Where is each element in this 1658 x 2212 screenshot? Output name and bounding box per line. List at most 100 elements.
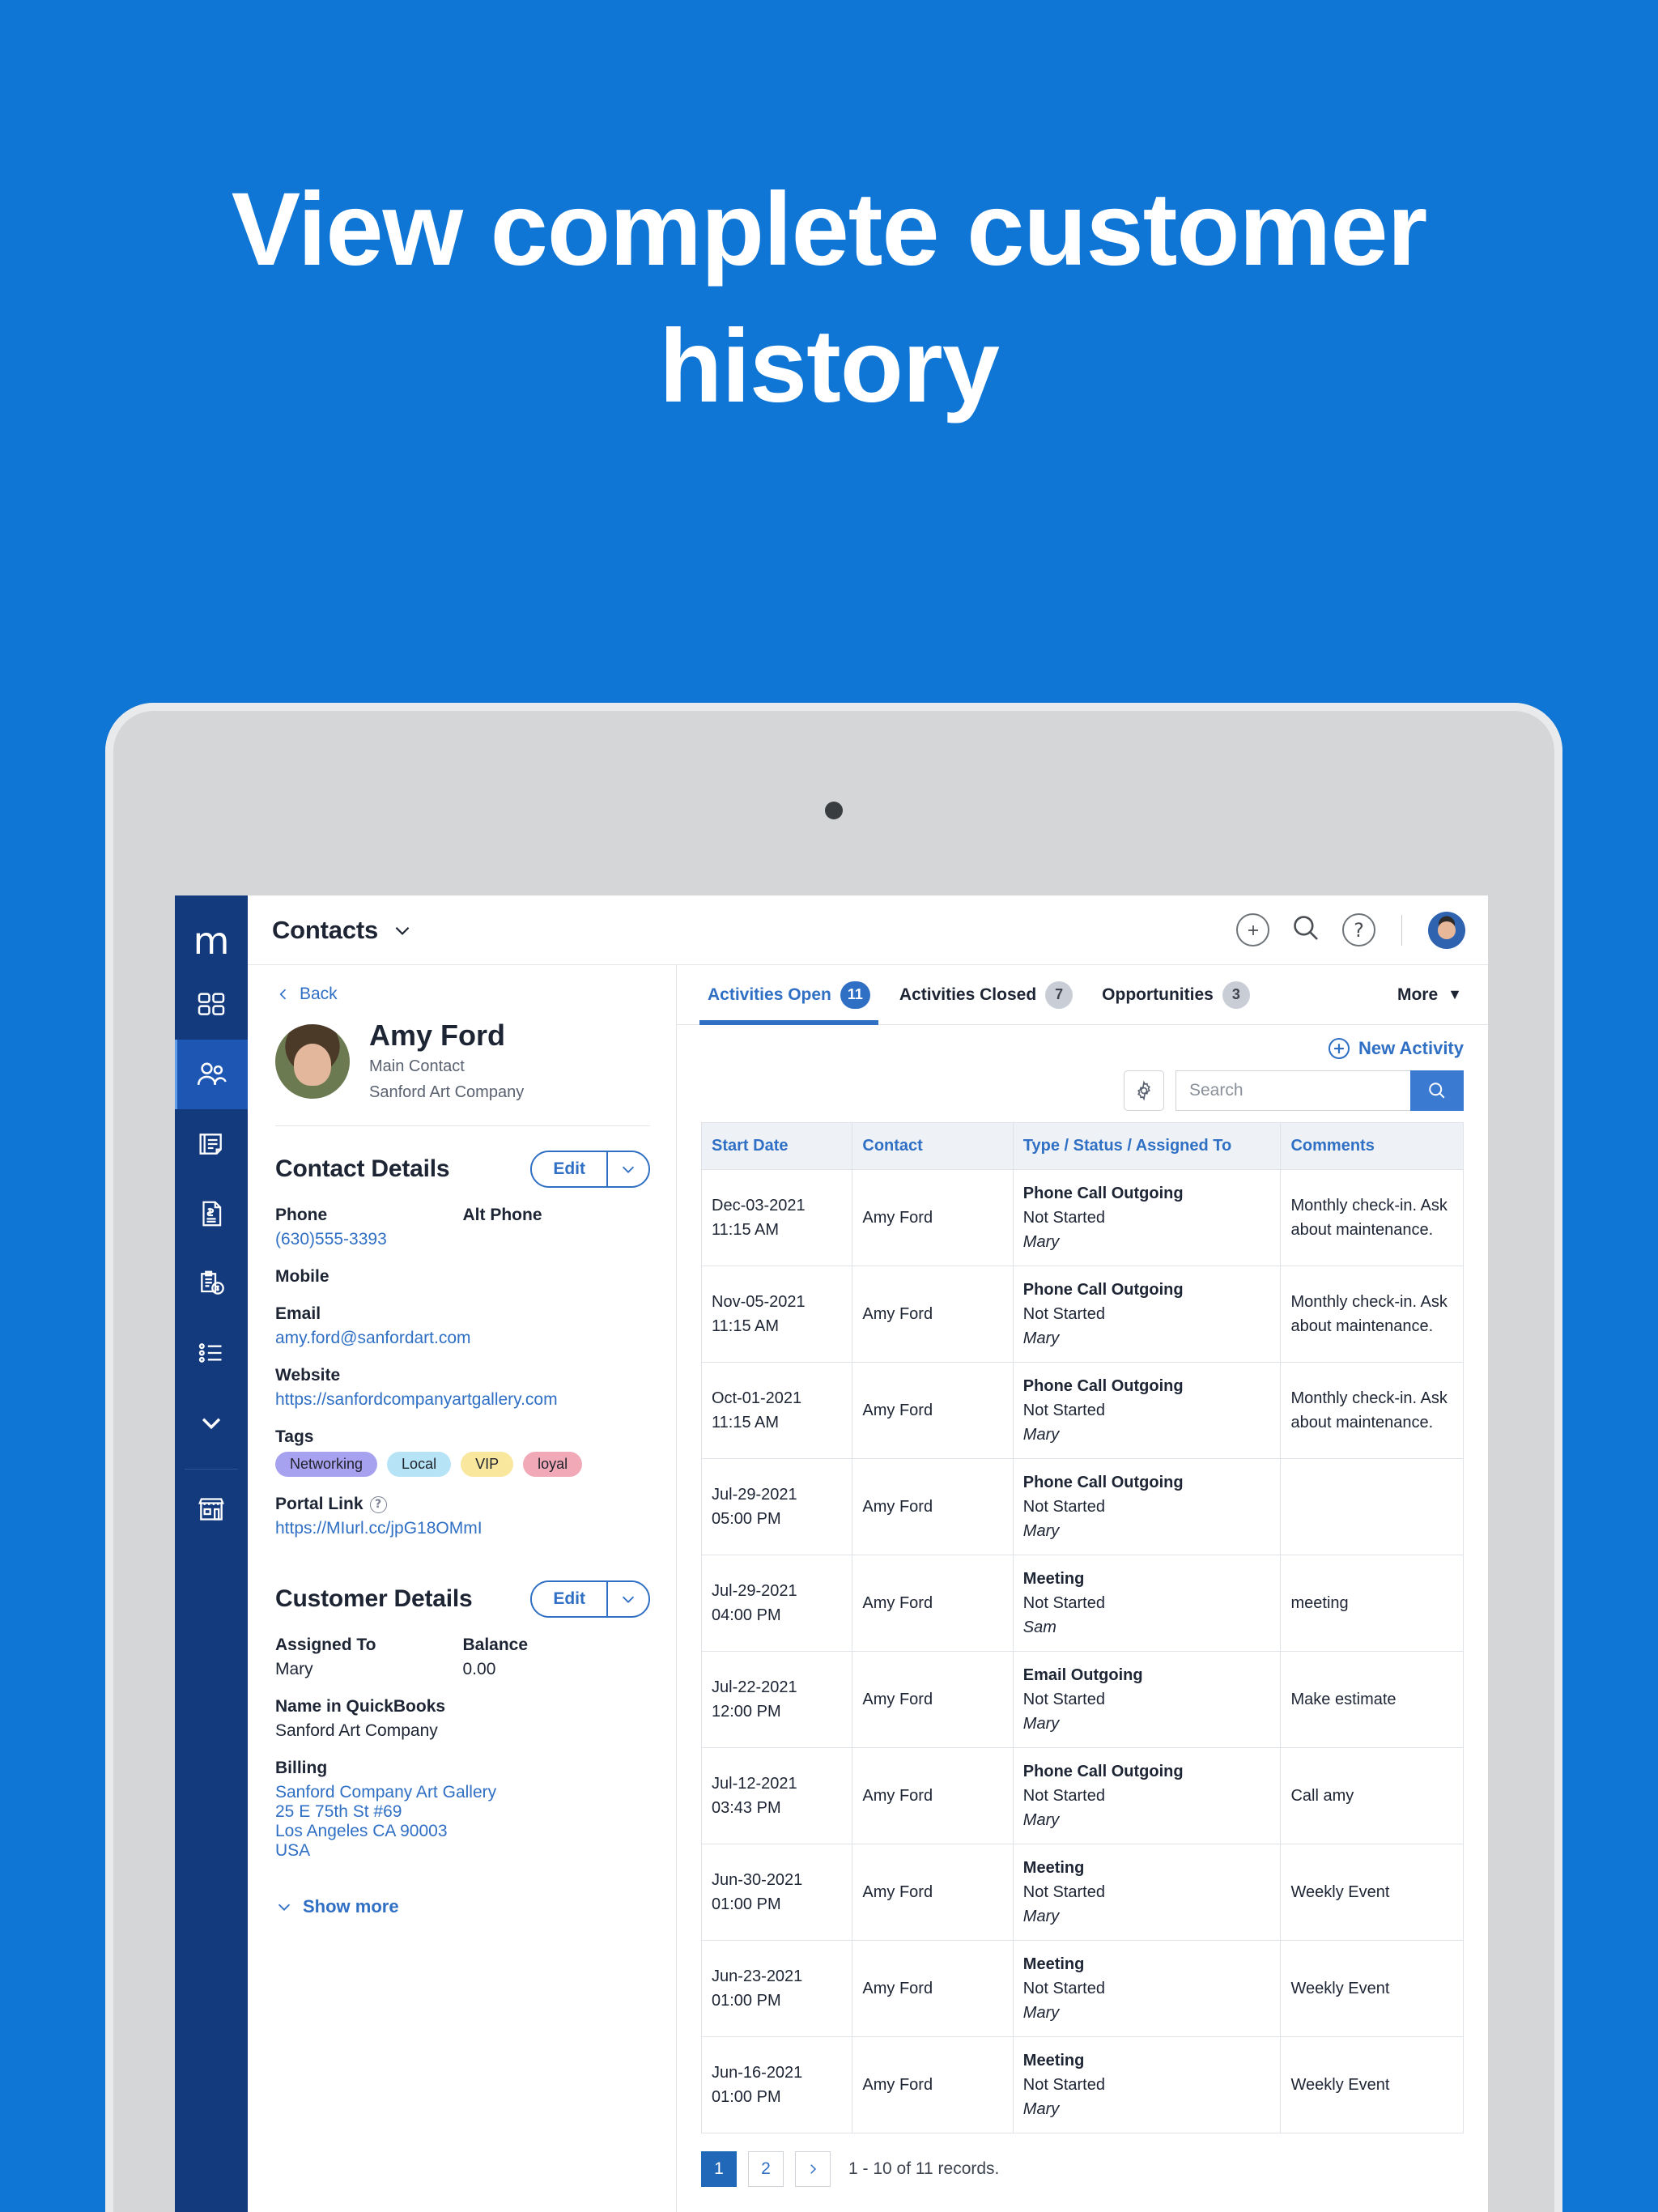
table-row[interactable]: Jul-22-2021 12:00 PM Amy Ford Email Outgoin…	[700, 1651, 1464, 1748]
cell-comments: meeting	[1280, 1555, 1464, 1652]
page-button[interactable]: 2	[748, 2151, 784, 2187]
table-row[interactable]: Jul-29-2021 04:00 PM Amy Ford Meeting Not St…	[700, 1555, 1464, 1652]
question-circle-icon[interactable]: ?	[1342, 913, 1375, 946]
cell-contact: Amy Ford	[852, 2036, 1014, 2133]
table-row[interactable]: Nov-05-2021 11:15 AM Amy Ford Phone Call Ou…	[700, 1266, 1464, 1363]
edit-dropdown-button[interactable]	[606, 1582, 648, 1617]
table-body: Dec-03-2021 11:15 AM Amy Ford Phone Call Ou…	[700, 1169, 1464, 2133]
column-header[interactable]: Start Date	[700, 1122, 853, 1170]
help-icon[interactable]: ?	[369, 1495, 387, 1513]
people-icon	[193, 1057, 229, 1092]
portal-link-label: Portal Link?	[275, 1495, 650, 1514]
gear-icon[interactable]	[1124, 1070, 1164, 1111]
table-row[interactable]: Jul-29-2021 05:00 PM Amy Ford Phone Call Ou…	[700, 1458, 1464, 1555]
billing-field: Billing Sanford Company Art Gallery 25 E …	[275, 1759, 650, 1861]
cell-contact: Amy Ford	[852, 1555, 1014, 1652]
assigned-to-field: Assigned To Mary	[275, 1636, 463, 1679]
portal-link-value[interactable]: https://MIurl.cc/jpG18OMmI	[275, 1519, 650, 1538]
column-header[interactable]: Type / Status / Assigned To	[1012, 1122, 1282, 1170]
edit-button[interactable]: Edit	[532, 1582, 606, 1617]
show-more-button[interactable]: Show more	[275, 1878, 650, 1942]
chevron-down-icon	[622, 1597, 635, 1604]
email-value[interactable]: amy.ford@sanfordart.com	[275, 1329, 650, 1348]
clipboard-dollar-icon	[195, 1267, 227, 1300]
search-box	[1175, 1070, 1464, 1111]
new-activity-button[interactable]: + New Activity	[701, 1038, 1464, 1059]
next-page-button[interactable]	[795, 2151, 831, 2187]
cell-type-status-assigned: Phone Call Outgoing Not Started Mary	[1012, 1747, 1282, 1844]
table-row[interactable]: Jun-23-2021 01:00 PM Amy Ford Meeting Not St…	[700, 1940, 1464, 2037]
plus-circle-icon[interactable]	[1236, 913, 1269, 946]
cell-comments: Call amy	[1280, 1747, 1464, 1844]
app-logo[interactable]: m	[175, 912, 248, 970]
billing-line[interactable]: USA	[275, 1841, 650, 1861]
chevron-down-icon	[622, 1167, 635, 1174]
avatar[interactable]	[1428, 911, 1465, 949]
cell-contact: Amy Ford	[852, 1169, 1014, 1266]
page-button[interactable]: 1	[701, 2151, 737, 2187]
table-header-row: Start Date Contact Type / Status / Assigne…	[700, 1122, 1464, 1170]
tab-count-badge: 3	[1222, 981, 1250, 1009]
tag-chip[interactable]: Local	[387, 1452, 452, 1478]
cell-contact: Amy Ford	[852, 1940, 1014, 2037]
search-icon[interactable]	[1289, 911, 1323, 949]
table-row[interactable]: Jun-16-2021 01:00 PM Amy Ford Meeting Not St…	[700, 2036, 1464, 2133]
tag-chip[interactable]: Networking	[275, 1452, 378, 1478]
tab-opportunities[interactable]: Opportunities 3	[1087, 965, 1265, 1025]
cell-comments	[1280, 1458, 1464, 1555]
edit-dropdown-button[interactable]	[606, 1152, 648, 1187]
back-link[interactable]: Back	[275, 985, 650, 1004]
search-button[interactable]	[1410, 1070, 1464, 1111]
sidebar-item-lists[interactable]	[175, 1318, 248, 1388]
more-tabs-dropdown[interactable]: More ▼	[1397, 985, 1467, 1005]
quickbooks-label: Name in QuickBooks	[275, 1697, 446, 1716]
column-header[interactable]: Contact	[852, 1122, 1014, 1170]
grid-icon	[195, 989, 227, 1021]
search-icon	[1429, 1083, 1445, 1099]
sidebar-item-invoices[interactable]	[175, 1179, 248, 1249]
sidebar-item-more[interactable]	[175, 1388, 248, 1457]
tab-activities-closed[interactable]: Activities Closed 7	[885, 965, 1087, 1025]
sidebar-item-marketplace[interactable]	[175, 1474, 248, 1544]
tag-chip[interactable]: VIP	[461, 1452, 514, 1478]
billing-line[interactable]: Los Angeles CA 90003	[275, 1822, 650, 1841]
table-row[interactable]: Dec-03-2021 11:15 AM Amy Ford Phone Call Ou…	[700, 1169, 1464, 1266]
phone-value[interactable]: (630)555-3393	[275, 1230, 463, 1249]
cell-contact: Amy Ford	[852, 1362, 1014, 1459]
website-value[interactable]: https://sanfordcompanyartgallery.com	[275, 1390, 650, 1410]
sidebar-item-contacts[interactable]	[175, 1040, 248, 1109]
table-row[interactable]: Jun-30-2021 01:00 PM Amy Ford Meeting Not St…	[700, 1844, 1464, 1941]
sidebar-item-estimates[interactable]	[175, 1249, 248, 1318]
table-row[interactable]: Oct-01-2021 11:15 AM Amy Ford Phone Call Ou…	[700, 1362, 1464, 1459]
search-input[interactable]	[1175, 1070, 1410, 1111]
activities-panel: Activities Open 11 Activities Closed 7 Oppor…	[677, 965, 1488, 2212]
tab-activities-open[interactable]: Activities Open 11	[693, 965, 885, 1025]
main-column: Contacts ? Back Amy Ford Main Contact Sa…	[248, 895, 1488, 2212]
billing-line[interactable]: Sanford Company Art Gallery	[275, 1783, 650, 1802]
billing-line[interactable]: 25 E 75th St #69	[275, 1802, 650, 1822]
cell-contact: Amy Ford	[852, 1844, 1014, 1941]
table-row[interactable]: Jul-12-2021 03:43 PM Amy Ford Phone Call Ou…	[700, 1747, 1464, 1844]
sidebar-item-dashboard[interactable]	[175, 970, 248, 1040]
sidebar-item-notes[interactable]	[175, 1109, 248, 1179]
cell-start-date: Jul-22-2021 12:00 PM	[700, 1651, 853, 1748]
website-label: Website	[275, 1366, 341, 1385]
tag-chip[interactable]: loyal	[523, 1452, 583, 1478]
contact-company: Sanford Art Company	[369, 1083, 525, 1102]
cell-start-date: Nov-05-2021 11:15 AM	[700, 1266, 853, 1363]
cell-comments: Make estimate	[1280, 1651, 1464, 1748]
cell-contact: Amy Ford	[852, 1747, 1014, 1844]
cell-start-date: Jun-30-2021 01:00 PM	[700, 1844, 853, 1941]
pagination: 12 1 - 10 of 11 records.	[677, 2133, 1488, 2187]
sidebar-divider	[185, 1469, 238, 1470]
invoice-document-icon	[196, 1198, 227, 1229]
cell-contact: Amy Ford	[852, 1458, 1014, 1555]
chevron-down-icon	[198, 1409, 225, 1436]
cell-type-status-assigned: Meeting Not Started Mary	[1012, 2036, 1282, 2133]
column-header[interactable]: Comments	[1280, 1122, 1464, 1170]
cell-contact: Amy Ford	[852, 1651, 1014, 1748]
balance-value: 0.00	[462, 1660, 496, 1679]
chevron-down-icon[interactable]	[392, 920, 413, 941]
assigned-to-value: Mary	[275, 1660, 313, 1679]
edit-button[interactable]: Edit	[532, 1152, 606, 1187]
